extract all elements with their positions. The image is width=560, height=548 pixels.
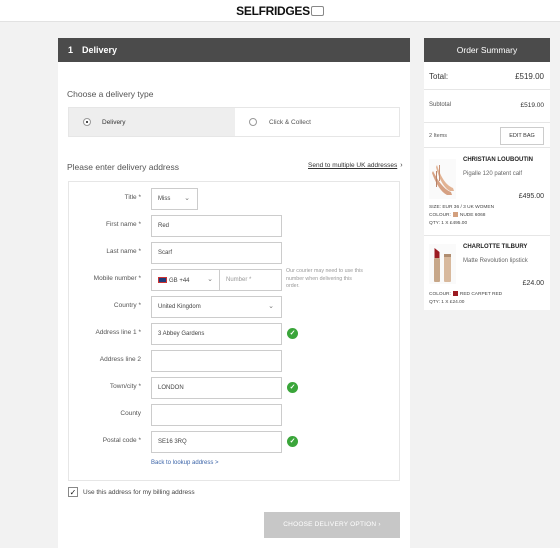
- address1-field[interactable]: 3 Abbey Gardens: [151, 323, 282, 345]
- uk-flag-icon: [158, 277, 167, 283]
- radio-selected-icon[interactable]: [83, 118, 91, 126]
- check-icon: ✓: [287, 328, 298, 339]
- title-select[interactable]: Miss ⌄: [151, 188, 198, 210]
- check-icon: ✓: [287, 382, 298, 393]
- town-label: Town/city *: [109, 383, 141, 390]
- subtotal-row: Subtotal £519.00: [424, 90, 550, 123]
- multiple-addresses-link[interactable]: Send to multiple UK addresses ›: [308, 162, 403, 169]
- chevron-right-icon: ›: [400, 162, 403, 169]
- product-item: CHRISTIAN LOUBOUTIN Pigalle 120 patent c…: [424, 149, 550, 234]
- title-label: Title *: [124, 194, 141, 201]
- country-row: Country * United Kingdom ⌄: [69, 296, 399, 318]
- last-name-label: Last name *: [106, 248, 141, 255]
- county-row: County: [69, 404, 399, 426]
- step-number: 1: [68, 45, 74, 55]
- order-summary-panel: Order Summary Total: £519.00 Subtotal £5…: [424, 38, 550, 310]
- product-size: SIZE: EUR 36 / 3 UK WOMEN: [429, 205, 495, 210]
- phone-hint: Our courier may need to use this number …: [286, 268, 363, 289]
- first-name-field[interactable]: Red: [151, 215, 282, 237]
- chevron-down-icon: ⌄: [268, 303, 274, 310]
- chevron-right-icon: ›: [378, 521, 381, 528]
- click-collect-label: Click & Collect: [269, 119, 311, 126]
- mobile-row: Mobile number * GB +44 ⌄ Number * Our cou…: [69, 268, 399, 291]
- address1-row: Address line 1 * 3 Abbey Gardens ✓: [69, 323, 399, 345]
- product-qty: QTY: 1 X £24.00: [429, 300, 465, 305]
- product-description: Matte Revolution lipstick: [463, 258, 528, 264]
- selfridges-logo[interactable]: SELFRIDGES: [0, 4, 560, 18]
- chevron-down-icon: ⌄: [184, 195, 190, 202]
- last-name-row: Last name * Scarf: [69, 242, 399, 264]
- address1-label: Address line 1 *: [95, 329, 141, 336]
- address2-field[interactable]: [151, 350, 282, 372]
- product-description: Pigalle 120 patent calf: [463, 171, 523, 177]
- radio-unselected-icon[interactable]: [249, 118, 257, 126]
- edit-bag-button[interactable]: EDIT BAG: [500, 127, 544, 145]
- title-row: Title * Miss ⌄: [69, 188, 399, 210]
- total-value: £519.00: [515, 72, 544, 81]
- top-bar: SELFRIDGES: [0, 0, 560, 22]
- address-heading: Please enter delivery address: [67, 162, 179, 172]
- choose-delivery-option-button[interactable]: CHOOSE DELIVERY OPTION ›: [264, 512, 400, 538]
- order-summary-title: Order Summary: [424, 38, 550, 62]
- product-price: £24.00: [522, 280, 544, 287]
- product-meta: SIZE: EUR 36 / 3 UK WOMEN COLOUR: NUDE 60…: [429, 204, 494, 228]
- total-label: Total:: [429, 72, 449, 81]
- country-label: Country *: [113, 302, 141, 309]
- order-total-row: Total: £519.00: [424, 62, 550, 90]
- delivery-type-heading: Choose a delivery type: [67, 89, 154, 99]
- delivery-option-label: Delivery: [102, 119, 126, 126]
- items-bar: 2 Items EDIT BAG: [424, 124, 550, 148]
- delivery-section-header: 1 Delivery: [58, 38, 410, 62]
- step-title: Delivery: [82, 45, 118, 55]
- address2-label: Address line 2: [99, 356, 141, 363]
- items-count: 2 Items: [429, 133, 448, 139]
- product-qty: QTY: 1 X £495.00: [429, 221, 468, 226]
- town-row: Town/city * LONDON ✓: [69, 377, 399, 399]
- product-brand: CHRISTIAN LOUBOUTIN: [463, 157, 533, 163]
- delivery-type-selector: Delivery Click & Collect: [68, 107, 400, 137]
- billing-checkbox-label: Use this address for my billing address: [83, 489, 195, 496]
- billing-checkbox[interactable]: ✓: [68, 487, 78, 497]
- product-colour: COLOUR: NUDE 6068: [429, 212, 486, 218]
- chevron-down-icon: ⌄: [207, 276, 213, 283]
- delivery-option-delivery[interactable]: Delivery: [69, 108, 235, 136]
- colour-swatch: [452, 212, 458, 217]
- product-colour: COLOUR: RED CARPET RED: [429, 291, 503, 297]
- subtotal-value: £519.00: [520, 102, 545, 109]
- phone-number-field[interactable]: Number *: [220, 269, 282, 291]
- phone-country-code-select[interactable]: GB +44 ⌄: [151, 269, 220, 291]
- back-to-lookup-link[interactable]: Back to lookup address >: [151, 460, 219, 466]
- checkout-panel: 1 Delivery Choose a delivery type Delive…: [58, 38, 410, 548]
- mobile-label: Mobile number *: [93, 275, 141, 282]
- check-icon: ✓: [287, 436, 298, 447]
- lipstick-thumbnail: [429, 244, 456, 284]
- product-item: CHARLOTTE TILBURY Matte Revolution lipst…: [424, 236, 550, 310]
- postcode-label: Postal code *: [102, 437, 141, 444]
- country-select[interactable]: United Kingdom ⌄: [151, 296, 282, 318]
- last-name-field[interactable]: Scarf: [151, 242, 282, 264]
- colour-swatch: [452, 291, 458, 296]
- address2-row: Address line 2: [69, 350, 399, 372]
- county-field[interactable]: [151, 404, 282, 426]
- product-brand: CHARLOTTE TILBURY: [463, 244, 528, 250]
- postcode-field[interactable]: SE16 3RQ: [151, 431, 282, 453]
- delivery-option-click-collect[interactable]: Click & Collect: [235, 108, 400, 136]
- product-meta: COLOUR: RED CARPET RED QTY: 1 X £24.00: [429, 291, 502, 307]
- town-field[interactable]: LONDON: [151, 377, 282, 399]
- county-label: County: [120, 410, 141, 417]
- subtotal-label: Subtotal: [429, 102, 452, 108]
- heels-thumbnail: [429, 159, 456, 199]
- first-name-label: First name *: [105, 221, 141, 228]
- first-name-row: First name * Red: [69, 215, 399, 237]
- address-form: Title * Miss ⌄ First name * Red Last name…: [68, 181, 400, 481]
- postcode-row: Postal code * SE16 3RQ ✓: [69, 431, 399, 453]
- logo-mark-icon: [310, 6, 324, 16]
- product-price: £495.00: [518, 193, 544, 200]
